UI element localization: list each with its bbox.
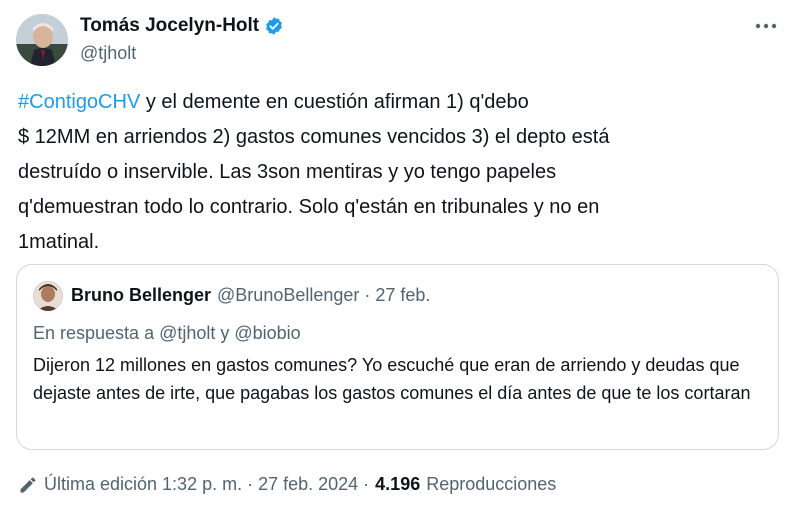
author-avatar[interactable] [16, 14, 68, 66]
more-options-button[interactable] [752, 14, 780, 38]
quoted-text: Dijeron 12 millones en gastos comunes? Y… [33, 355, 751, 403]
tweet-text: #ContigoCHV y el demente en cuestión afi… [18, 85, 738, 260]
views-label: Reproducciones [426, 474, 557, 494]
author-handle[interactable]: @tjholt [80, 43, 136, 64]
quoted-avatar-image [33, 281, 63, 311]
hashtag-link[interactable]: #ContigoCHV [18, 91, 140, 113]
author-name[interactable]: Tomás Jocelyn-Holt [80, 15, 259, 37]
tweet-footer: Última edición 1:32 p. m. · 27 feb. 2024… [18, 474, 556, 495]
last-edited[interactable]: Última edición 1:32 p. m. · 27 feb. 2024… [44, 474, 369, 495]
views-count: 4.196 [375, 474, 421, 494]
quoted-tweet[interactable]: Bruno Bellenger @BrunoBellenger · 27 feb… [16, 264, 779, 450]
quoted-author-meta[interactable]: @BrunoBellenger · 27 feb. [217, 285, 430, 306]
edit-pencil-icon [20, 477, 36, 492]
quoted-author-name[interactable]: Bruno Bellenger [71, 285, 211, 306]
quoted-header: Bruno Bellenger @BrunoBellenger · 27 feb… [71, 285, 430, 306]
more-dots-icon [755, 23, 777, 29]
author-name-row[interactable]: Tomás Jocelyn-Holt [80, 15, 284, 37]
avatar-image [16, 14, 68, 66]
tweet-text-content: y el demente en cuestión afirman 1) q'de… [18, 91, 610, 253]
verified-badge-icon [266, 17, 283, 35]
quoted-author-avatar[interactable] [33, 281, 63, 311]
reply-context: En respuesta a @tjholt y @biobio [33, 323, 301, 343]
